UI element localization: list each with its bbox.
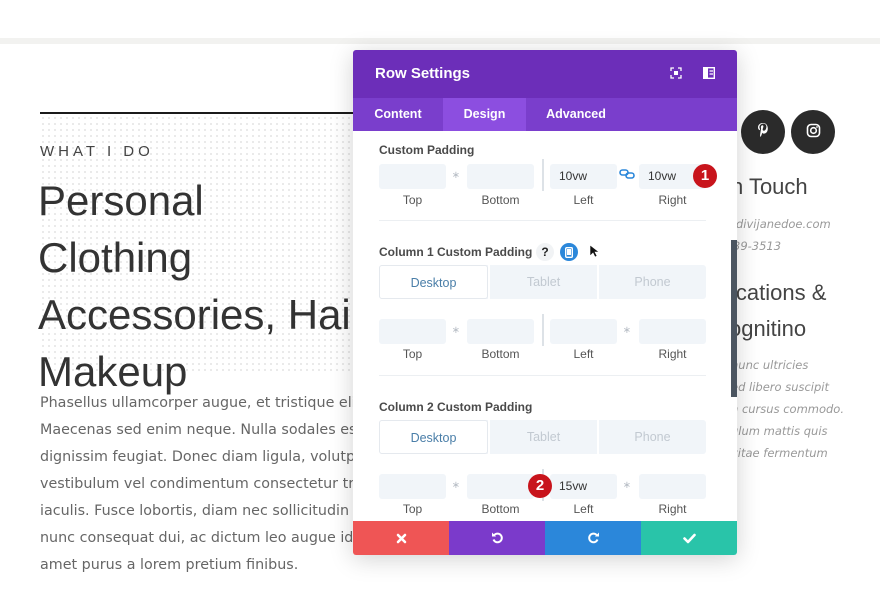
undo-button[interactable]: [449, 521, 545, 555]
panel-tabs: Content Design Advanced: [353, 98, 737, 131]
device-tab-tablet[interactable]: Tablet: [488, 265, 597, 299]
tab-design[interactable]: Design: [443, 98, 526, 131]
instagram-icon: [806, 123, 821, 142]
panel-header[interactable]: Row Settings: [353, 50, 737, 98]
cert-text-line: vitae fermentum: [737, 446, 828, 460]
tab-content[interactable]: Content: [353, 98, 443, 131]
field-label: Top: [402, 347, 423, 361]
cancel-button[interactable]: [353, 521, 449, 555]
field-separator: [542, 159, 544, 191]
instagram-button[interactable]: [791, 110, 835, 154]
body-paragraph: Phasellus ullamcorper augue, et tristiqu…: [40, 390, 358, 579]
redo-icon: [587, 529, 600, 548]
field-label: Left: [573, 347, 594, 361]
cert-heading-line2: ognitino: [737, 316, 807, 341]
panel-scrollbar[interactable]: [731, 240, 737, 397]
field-label: Right: [658, 502, 687, 516]
padding-bottom-input[interactable]: [467, 164, 534, 189]
column2-padding-title: Column 2 Custom Padding: [379, 400, 533, 414]
pinterest-button[interactable]: [741, 110, 785, 154]
cert-heading-line1: ications &: [737, 280, 827, 305]
link-toggle-icon[interactable]: ∗: [446, 169, 466, 183]
column1-device-tabs: Desktop Tablet Phone: [379, 265, 706, 299]
device-tab-tablet[interactable]: Tablet: [488, 420, 597, 454]
row-settings-panel: Row Settings Content Design Advanced Cus…: [353, 50, 737, 555]
cert-text-line: ulum mattis quis: [737, 424, 828, 438]
link-toggle-icon[interactable]: ∗: [617, 479, 637, 493]
device-tab-phone[interactable]: Phone: [597, 420, 706, 454]
field-label: Top: [402, 193, 423, 207]
cert-text-line: nunc ultricies: [737, 358, 809, 372]
custom-padding-title: Custom Padding: [379, 143, 475, 157]
contact-email[interactable]: divijanedoe.com: [737, 217, 831, 231]
section-eyebrow: WHAT I DO: [40, 143, 154, 160]
contact-phone: 39-3513: [737, 239, 782, 253]
field-label: Left: [573, 502, 594, 516]
field-separator: [542, 314, 544, 346]
body-line: amet purus a lorem pretium finibus.: [40, 557, 299, 573]
field-label: Bottom: [481, 502, 520, 516]
link-toggle-icon[interactable]: ∗: [446, 324, 466, 338]
expand-icon[interactable]: [668, 65, 684, 81]
check-icon: [682, 529, 696, 548]
col2-padding-top-input[interactable]: [379, 474, 446, 499]
col2-padding-bottom-input[interactable]: [467, 474, 534, 499]
padding-left-input[interactable]: 10vw: [550, 164, 617, 189]
padding-top-input[interactable]: [379, 164, 446, 189]
panel-footer: [353, 521, 737, 555]
field-label: Bottom: [481, 193, 520, 207]
responsive-phone-icon[interactable]: [560, 243, 578, 261]
col1-padding-bottom-input[interactable]: [467, 319, 534, 344]
help-icon[interactable]: ?: [536, 243, 554, 261]
top-strip: [0, 38, 880, 44]
cert-text-line: ed libero suscipit: [737, 380, 830, 394]
col2-padding-left-input[interactable]: 15vw: [550, 474, 617, 499]
divider-rule: [40, 112, 360, 114]
cert-text-line: n cursus commodo.: [737, 402, 845, 416]
link-active-icon[interactable]: [617, 169, 637, 183]
step-badge: 2: [528, 474, 552, 498]
link-toggle-icon[interactable]: ∗: [617, 324, 637, 338]
field-label: Left: [573, 193, 594, 207]
mouse-cursor-icon: [589, 243, 605, 261]
body-line: Maecenas sed enim neque. Nulla sodales e…: [40, 422, 358, 438]
field-label: Top: [402, 502, 423, 516]
contact-heading: n Touch: [737, 174, 808, 199]
col1-padding-top-input[interactable]: [379, 319, 446, 344]
tab-advanced[interactable]: Advanced: [526, 98, 626, 131]
col2-padding-right-input[interactable]: [639, 474, 706, 499]
col1-padding-right-input[interactable]: [639, 319, 706, 344]
body-line: iaculis. Fusce lobortis, diam nec sollic…: [40, 503, 358, 519]
panel-title: Row Settings: [375, 65, 471, 82]
field-label: Bottom: [481, 347, 520, 361]
column2-device-tabs: Desktop Tablet Phone: [379, 420, 706, 454]
field-label: Right: [658, 347, 687, 361]
undo-icon: [491, 529, 504, 548]
column1-padding-title: Column 1 Custom Padding: [379, 245, 533, 259]
redo-button[interactable]: [545, 521, 641, 555]
body-line: Phasellus ullamcorper augue, et tristiqu…: [40, 395, 358, 411]
section-divider: [379, 375, 706, 376]
sidebar-toggle-icon[interactable]: [701, 65, 717, 81]
step-badge: 1: [693, 164, 717, 188]
pinterest-icon: [756, 122, 770, 142]
link-toggle-icon[interactable]: ∗: [446, 479, 466, 493]
right-column: n Touch divijanedoe.com 39-3513 ications…: [737, 110, 880, 490]
device-tab-desktop[interactable]: Desktop: [379, 265, 488, 299]
section-divider: [379, 220, 706, 221]
device-tab-phone[interactable]: Phone: [597, 265, 706, 299]
page-headline: Personal Clothing Accessories, Hair Make…: [38, 177, 365, 395]
body-line: nunc consequat dui, ac dictum leo augue …: [40, 530, 358, 546]
panel-body: Custom Padding ∗ 10vw 10vw 1 Top Bottom …: [353, 131, 737, 521]
close-icon: [396, 529, 407, 548]
body-line: vestibulum vel condimentum consectetur t…: [40, 476, 358, 492]
device-tab-desktop[interactable]: Desktop: [379, 420, 488, 454]
save-button[interactable]: [641, 521, 737, 555]
field-label: Right: [658, 193, 687, 207]
body-line: dignissim feugiat. Donec diam ligula, vo…: [40, 449, 358, 465]
col1-padding-left-input[interactable]: [550, 319, 617, 344]
